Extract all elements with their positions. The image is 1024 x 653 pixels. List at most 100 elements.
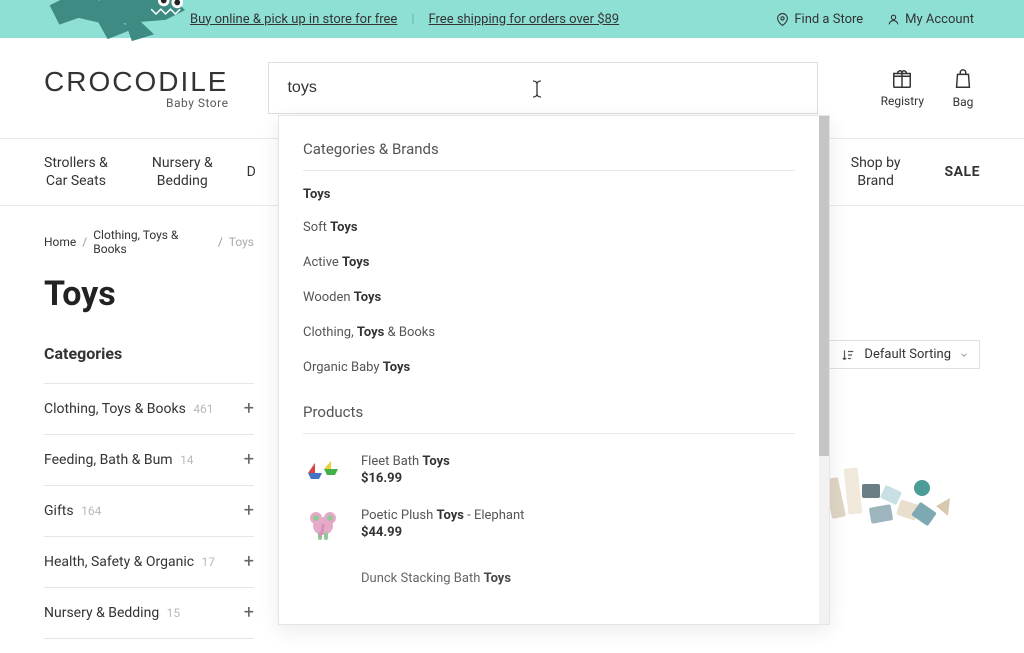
search-box[interactable] (268, 62, 818, 114)
nav-label: D (247, 164, 256, 180)
search-input[interactable] (287, 79, 799, 97)
ac-item-prefix: Organic Baby (303, 360, 383, 375)
ac-category-item[interactable]: Organic Baby Toys (303, 360, 795, 375)
brand-tagline: Baby Store (44, 96, 228, 110)
ac-product-thumb (303, 558, 343, 598)
nav-label: Nursery & Bedding (152, 155, 213, 189)
category-item[interactable]: Clothing, Toys & Books 461 + (44, 384, 254, 435)
find-store-label: Find a Store (794, 12, 863, 27)
categories-heading: Categories (44, 344, 254, 363)
category-count: 17 (202, 555, 216, 569)
ac-categories-title: Categories & Brands (303, 140, 795, 171)
ac-item-prefix: Wooden (303, 290, 354, 305)
nav-item-truncated[interactable]: D (247, 163, 256, 181)
user-icon (887, 12, 900, 27)
category-count: 15 (167, 606, 181, 620)
ac-item-suffix: & Books (384, 325, 435, 340)
bag-link[interactable]: Bag (952, 67, 974, 109)
nav-label: Shop by Brand (851, 155, 901, 189)
sort-label: Default Sorting (864, 347, 951, 362)
ac-product-item[interactable]: Poetic Plush Toys - Elephant $44.99 (303, 504, 795, 544)
registry-label: Registry (881, 94, 924, 108)
ac-item-match: Toys (330, 220, 357, 235)
sort-icon (840, 348, 856, 362)
ac-item-match: Toys (342, 255, 369, 270)
find-store-link[interactable]: Find a Store (776, 12, 863, 27)
category-label: Health, Safety & Organic (44, 554, 194, 570)
ac-product-item[interactable]: Fleet Bath Toys $16.99 (303, 450, 795, 490)
ac-product-price: $44.99 (361, 525, 524, 540)
breadcrumb-sep: / (82, 235, 87, 249)
bag-label: Bag (953, 95, 974, 109)
ac-item-match: Toys (354, 290, 381, 305)
ac-item-prefix: Soft (303, 220, 330, 235)
ac-item-match: Toys (383, 360, 410, 375)
pin-icon (776, 12, 789, 27)
promo-links: Buy online & pick up in store for free |… (190, 12, 619, 27)
autocomplete-scrollbar[interactable] (819, 116, 829, 624)
ac-product-name: Fleet Bath Toys (361, 454, 450, 469)
product-thumb-blocks[interactable] (810, 458, 955, 548)
registry-link[interactable]: Registry (881, 68, 924, 108)
brand-logo[interactable]: CROCODILE Baby Store (44, 66, 228, 110)
page-title: Toys (44, 274, 254, 314)
category-item[interactable]: Health, Safety & Organic 17 + (44, 537, 254, 588)
category-count: 461 (193, 402, 213, 416)
my-account-link[interactable]: My Account (887, 12, 974, 27)
plus-icon: + (244, 400, 254, 418)
plus-icon: + (244, 502, 254, 520)
promo-link-shipping[interactable]: Free shipping for orders over $89 (429, 12, 620, 27)
nav-item-nursery[interactable]: Nursery & Bedding (152, 154, 213, 190)
category-item[interactable]: Nursery & Bedding 15 + (44, 588, 254, 639)
ac-product-name: Poetic Plush Toys - Elephant (361, 508, 524, 523)
ac-product-name: Dunck Stacking Bath Toys (361, 571, 511, 586)
category-count: 164 (81, 504, 101, 518)
breadcrumb-current: Toys (229, 235, 254, 249)
ac-product-price: $16.99 (361, 471, 450, 486)
category-item[interactable]: Gifts 164 + (44, 486, 254, 537)
ac-heading[interactable]: Toys (303, 187, 795, 202)
brand-name: CROCODILE (44, 66, 228, 98)
nav-label: SALE (945, 164, 980, 180)
promo-link-pickup[interactable]: Buy online & pick up in store for free (190, 12, 397, 27)
nav-label: Strollers & Car Seats (44, 155, 108, 189)
ac-products-title: Products (303, 403, 795, 434)
ac-category-item[interactable]: Soft Toys (303, 220, 795, 235)
category-label: Nursery & Bedding (44, 605, 159, 621)
ac-item-prefix: Active (303, 255, 342, 270)
breadcrumb: Home / Clothing, Toys & Books / Toys (44, 228, 254, 256)
ac-product-thumb (303, 450, 343, 490)
ac-category-item[interactable]: Wooden Toys (303, 290, 795, 305)
search-autocomplete-panel: Categories & Brands Toys Soft Toys Activ… (278, 115, 830, 625)
scrollbar-thumb[interactable] (819, 116, 829, 456)
category-list: Clothing, Toys & Books 461 + Feeding, Ba… (44, 383, 254, 639)
category-label: Gifts (44, 503, 74, 519)
ac-category-item[interactable]: Clothing, Toys & Books (303, 325, 795, 340)
ac-item-prefix: Clothing, (303, 325, 357, 340)
boats-icon (304, 455, 342, 485)
chevron-down-icon (959, 350, 969, 360)
nav-item-strollers[interactable]: Strollers & Car Seats (44, 154, 108, 190)
category-label: Feeding, Bath & Bum (44, 452, 173, 468)
plus-icon: + (244, 451, 254, 469)
breadcrumb-parent[interactable]: Clothing, Toys & Books (93, 228, 212, 256)
nav-item-sale[interactable]: SALE (945, 163, 980, 181)
ac-item-match: Toys (357, 325, 384, 340)
ac-product-item[interactable]: Dunck Stacking Bath Toys (303, 558, 795, 598)
category-count: 14 (180, 453, 194, 467)
elephant-icon (306, 506, 340, 542)
category-item[interactable]: Feeding, Bath & Bum 14 + (44, 435, 254, 486)
left-column: Home / Clothing, Toys & Books / Toys Toy… (44, 228, 254, 639)
sort-dropdown[interactable]: Default Sorting (829, 340, 980, 369)
breadcrumb-sep: / (218, 235, 223, 249)
ac-category-item[interactable]: Active Toys (303, 255, 795, 270)
gift-icon (890, 68, 914, 90)
product-grid-partial (810, 458, 980, 552)
category-label: Clothing, Toys & Books (44, 401, 186, 417)
plus-icon: + (244, 553, 254, 571)
nav-item-shop-brand[interactable]: Shop by Brand (851, 154, 901, 190)
breadcrumb-home[interactable]: Home (44, 235, 76, 249)
promo-separator: | (411, 12, 414, 27)
ac-product-thumb (303, 504, 343, 544)
top-promo-bar: Buy online & pick up in store for free |… (0, 0, 1024, 38)
